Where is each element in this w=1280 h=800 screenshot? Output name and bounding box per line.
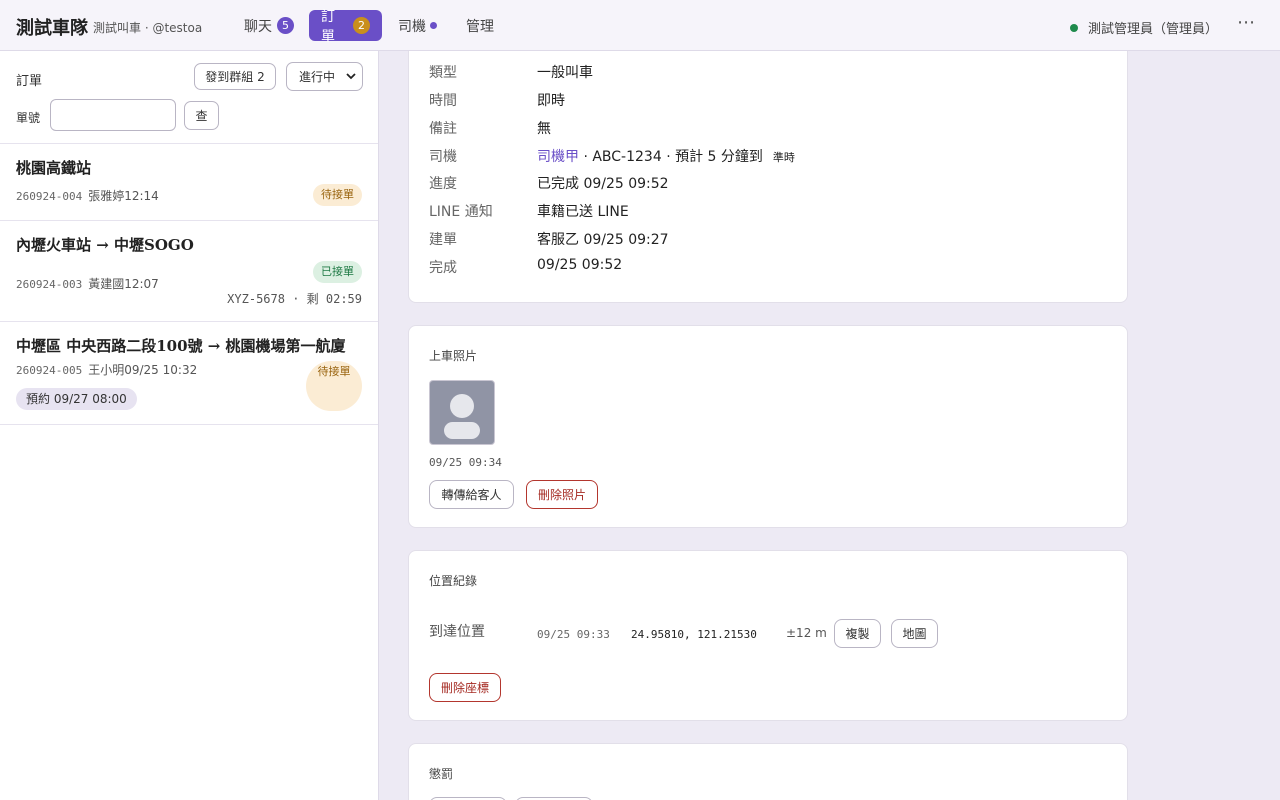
order-customer-time: 張雅婷12:14 (88, 189, 159, 203)
top-bar: 測試車隊 測試叫車 · @testoa 聊天 5 訂單 2 司機 管理 測試管理… (0, 0, 1280, 51)
brand-title: 測試車隊 (16, 18, 88, 39)
brand-subtitle: 測試叫車 · @testoa (93, 21, 203, 35)
order-item[interactable]: 內壢火車站 → 中壢SOGO 260924-003 黃建國12:07 已接單 XY… (0, 221, 378, 322)
copy-coordinates-button[interactable]: 複製 (834, 619, 881, 648)
detail-row-note: 備註 無 (429, 118, 1109, 138)
order-number-input[interactable] (50, 99, 176, 131)
detail-label: 時間 (429, 93, 457, 109)
order-id: 260924-003 (16, 278, 83, 291)
order-title: 內壢火車站 → 中壢SOGO (16, 236, 194, 254)
detail-value: 一般叫車 (537, 65, 593, 81)
order-title: 中壢區 中央西路二段100號 → 桃園機場第一航廈 (16, 337, 346, 355)
user-placeholder-icon (444, 394, 480, 439)
open-map-button[interactable]: 地圖 (891, 619, 938, 648)
order-meta: 260924-003 黃建國12:07 (16, 275, 159, 292)
status-filter-value: 進行中 (299, 70, 336, 84)
detail-label: 司機 (429, 149, 457, 165)
current-user[interactable]: 測試管理員（管理員） (1069, 18, 1218, 37)
order-meta: 260924-005 王小明09/25 10:32 (16, 361, 197, 378)
scheduled-tag: 預約 09/27 08:00 (16, 388, 137, 410)
order-item[interactable]: 中壢區 中央西路二段100號 → 桃園機場第一航廈 260924-005 王小明0… (0, 322, 378, 425)
user-name: 測試管理員（管理員） (1087, 22, 1218, 37)
order-customer-time: 黃建國12:07 (88, 277, 159, 291)
tab-orders[interactable]: 訂單 2 (309, 9, 382, 45)
plate-countdown: XYZ-5678 · 剩 02:59 (227, 292, 362, 306)
search-button[interactable]: 查 (184, 101, 219, 130)
punctuality-tag: 準時 (772, 151, 795, 164)
detail-label: LINE 通知 (429, 204, 493, 220)
detail-value: 09/25 09:52 (537, 257, 623, 273)
order-number-label: 單號 (16, 111, 41, 125)
location-record-card: 位置紀錄 到達位置 09/25 09:33 24.95810, 121.2153… (408, 550, 1128, 721)
location-coordinates: 24.95810, 121.21530 (631, 628, 757, 641)
more-menu-icon[interactable]: ⋯ (1237, 12, 1256, 33)
sidebar-title: 訂單 (16, 74, 43, 89)
detail-label: 進度 (429, 176, 457, 192)
order-meta: 260924-004 張雅婷12:14 (16, 187, 159, 204)
status-badge-label: 待接單 (317, 365, 351, 378)
status-badge: 已接單 (313, 261, 362, 283)
detail-value: 無 (537, 121, 551, 137)
orders-sidebar: 訂單 發到群組 2 進行中 單號 查 桃園高鐵站 260924-004 張雅婷12… (0, 51, 379, 800)
status-filter-select[interactable]: 進行中 (286, 62, 363, 91)
detail-row-time: 時間 即時 (429, 90, 1109, 110)
delete-photo-button[interactable]: 刪除照片 (526, 480, 598, 509)
detail-label: 建單 (429, 232, 457, 248)
detail-label: 完成 (429, 260, 457, 276)
detail-row-type: 類型 一般叫車 (429, 62, 1109, 82)
forward-to-customer-button[interactable]: 轉傳給客人 (429, 480, 514, 509)
location-timestamp: 09/25 09:33 (537, 628, 610, 641)
order-id: 260924-004 (16, 190, 83, 203)
tab-admin[interactable]: 管理 (454, 10, 506, 41)
order-customer-time: 王小明09/25 10:32 (88, 363, 198, 377)
detail-row-driver: 司機 司機甲 · ABC-1234 · 預計 5 分鐘到 準時 (429, 146, 1109, 166)
chevron-down-icon (346, 70, 356, 84)
detail-row-progress: 進度 已完成 09/25 09:52 (429, 173, 1109, 193)
detail-value: 司機甲 · ABC-1234 · 預計 5 分鐘到 準時 (537, 146, 795, 166)
send-to-group-button[interactable]: 發到群組 2 (194, 63, 276, 90)
order-detail-panel: 類型 一般叫車 時間 即時 備註 無 司機 司機甲 · ABC-1234 · 預… (380, 51, 1280, 800)
tab-chat-label: 聊天 (244, 18, 272, 35)
chat-count-badge: 5 (277, 17, 294, 34)
order-item[interactable]: 桃園高鐵站 260924-004 張雅婷12:14 待接單 (0, 144, 378, 221)
detail-value: 即時 (537, 93, 565, 109)
order-id: 260924-005 (16, 364, 83, 377)
status-badge: 待接單 (313, 184, 362, 206)
driver-link[interactable]: 司機甲 (537, 149, 579, 165)
order-title: 桃園高鐵站 (16, 159, 92, 177)
arrival-location-label: 到達位置 (429, 624, 485, 640)
penalty-card: 懲罰 (408, 743, 1128, 800)
photo-timestamp: 09/25 09:34 (429, 456, 502, 469)
tab-chat[interactable]: 聊天 5 (232, 10, 306, 41)
card-title: 懲罰 (429, 767, 454, 781)
online-status-icon (1069, 23, 1078, 32)
orders-count-badge: 2 (353, 17, 370, 34)
driver-vehicle-eta: · ABC-1234 · 預計 5 分鐘到 (579, 149, 763, 165)
detail-value: 客服乙 09/25 09:27 (537, 232, 669, 248)
delete-coordinates-button[interactable]: 刪除座標 (429, 673, 501, 702)
detail-row-created: 建單 客服乙 09/25 09:27 (429, 229, 1109, 249)
detail-label: 類型 (429, 65, 457, 81)
sidebar-header: 訂單 發到群組 2 進行中 單號 查 (0, 51, 378, 144)
tab-drivers-label: 司機 (398, 18, 426, 35)
card-title: 位置紀錄 (429, 574, 478, 588)
tab-orders-label: 訂單 (321, 8, 335, 45)
pickup-photo[interactable] (429, 380, 495, 445)
location-accuracy: ±12 m (786, 626, 827, 640)
detail-row-line: LINE 通知 車籍已送 LINE (429, 201, 1109, 221)
detail-value: 車籍已送 LINE (537, 204, 629, 220)
card-title: 上車照片 (429, 349, 478, 363)
detail-label: 備註 (429, 121, 457, 137)
status-badge: 待接單 (306, 361, 362, 411)
pickup-photo-card: 上車照片 09/25 09:34 轉傳給客人 刪除照片 (408, 325, 1128, 528)
tab-admin-label: 管理 (466, 18, 494, 35)
drivers-indicator-dot (430, 22, 437, 29)
detail-row-completed: 完成 09/25 09:52 (429, 257, 1109, 277)
tab-drivers[interactable]: 司機 (386, 10, 449, 41)
detail-value: 已完成 09/25 09:52 (537, 176, 669, 192)
order-info-card: 類型 一般叫車 時間 即時 備註 無 司機 司機甲 · ABC-1234 · 預… (408, 51, 1128, 303)
